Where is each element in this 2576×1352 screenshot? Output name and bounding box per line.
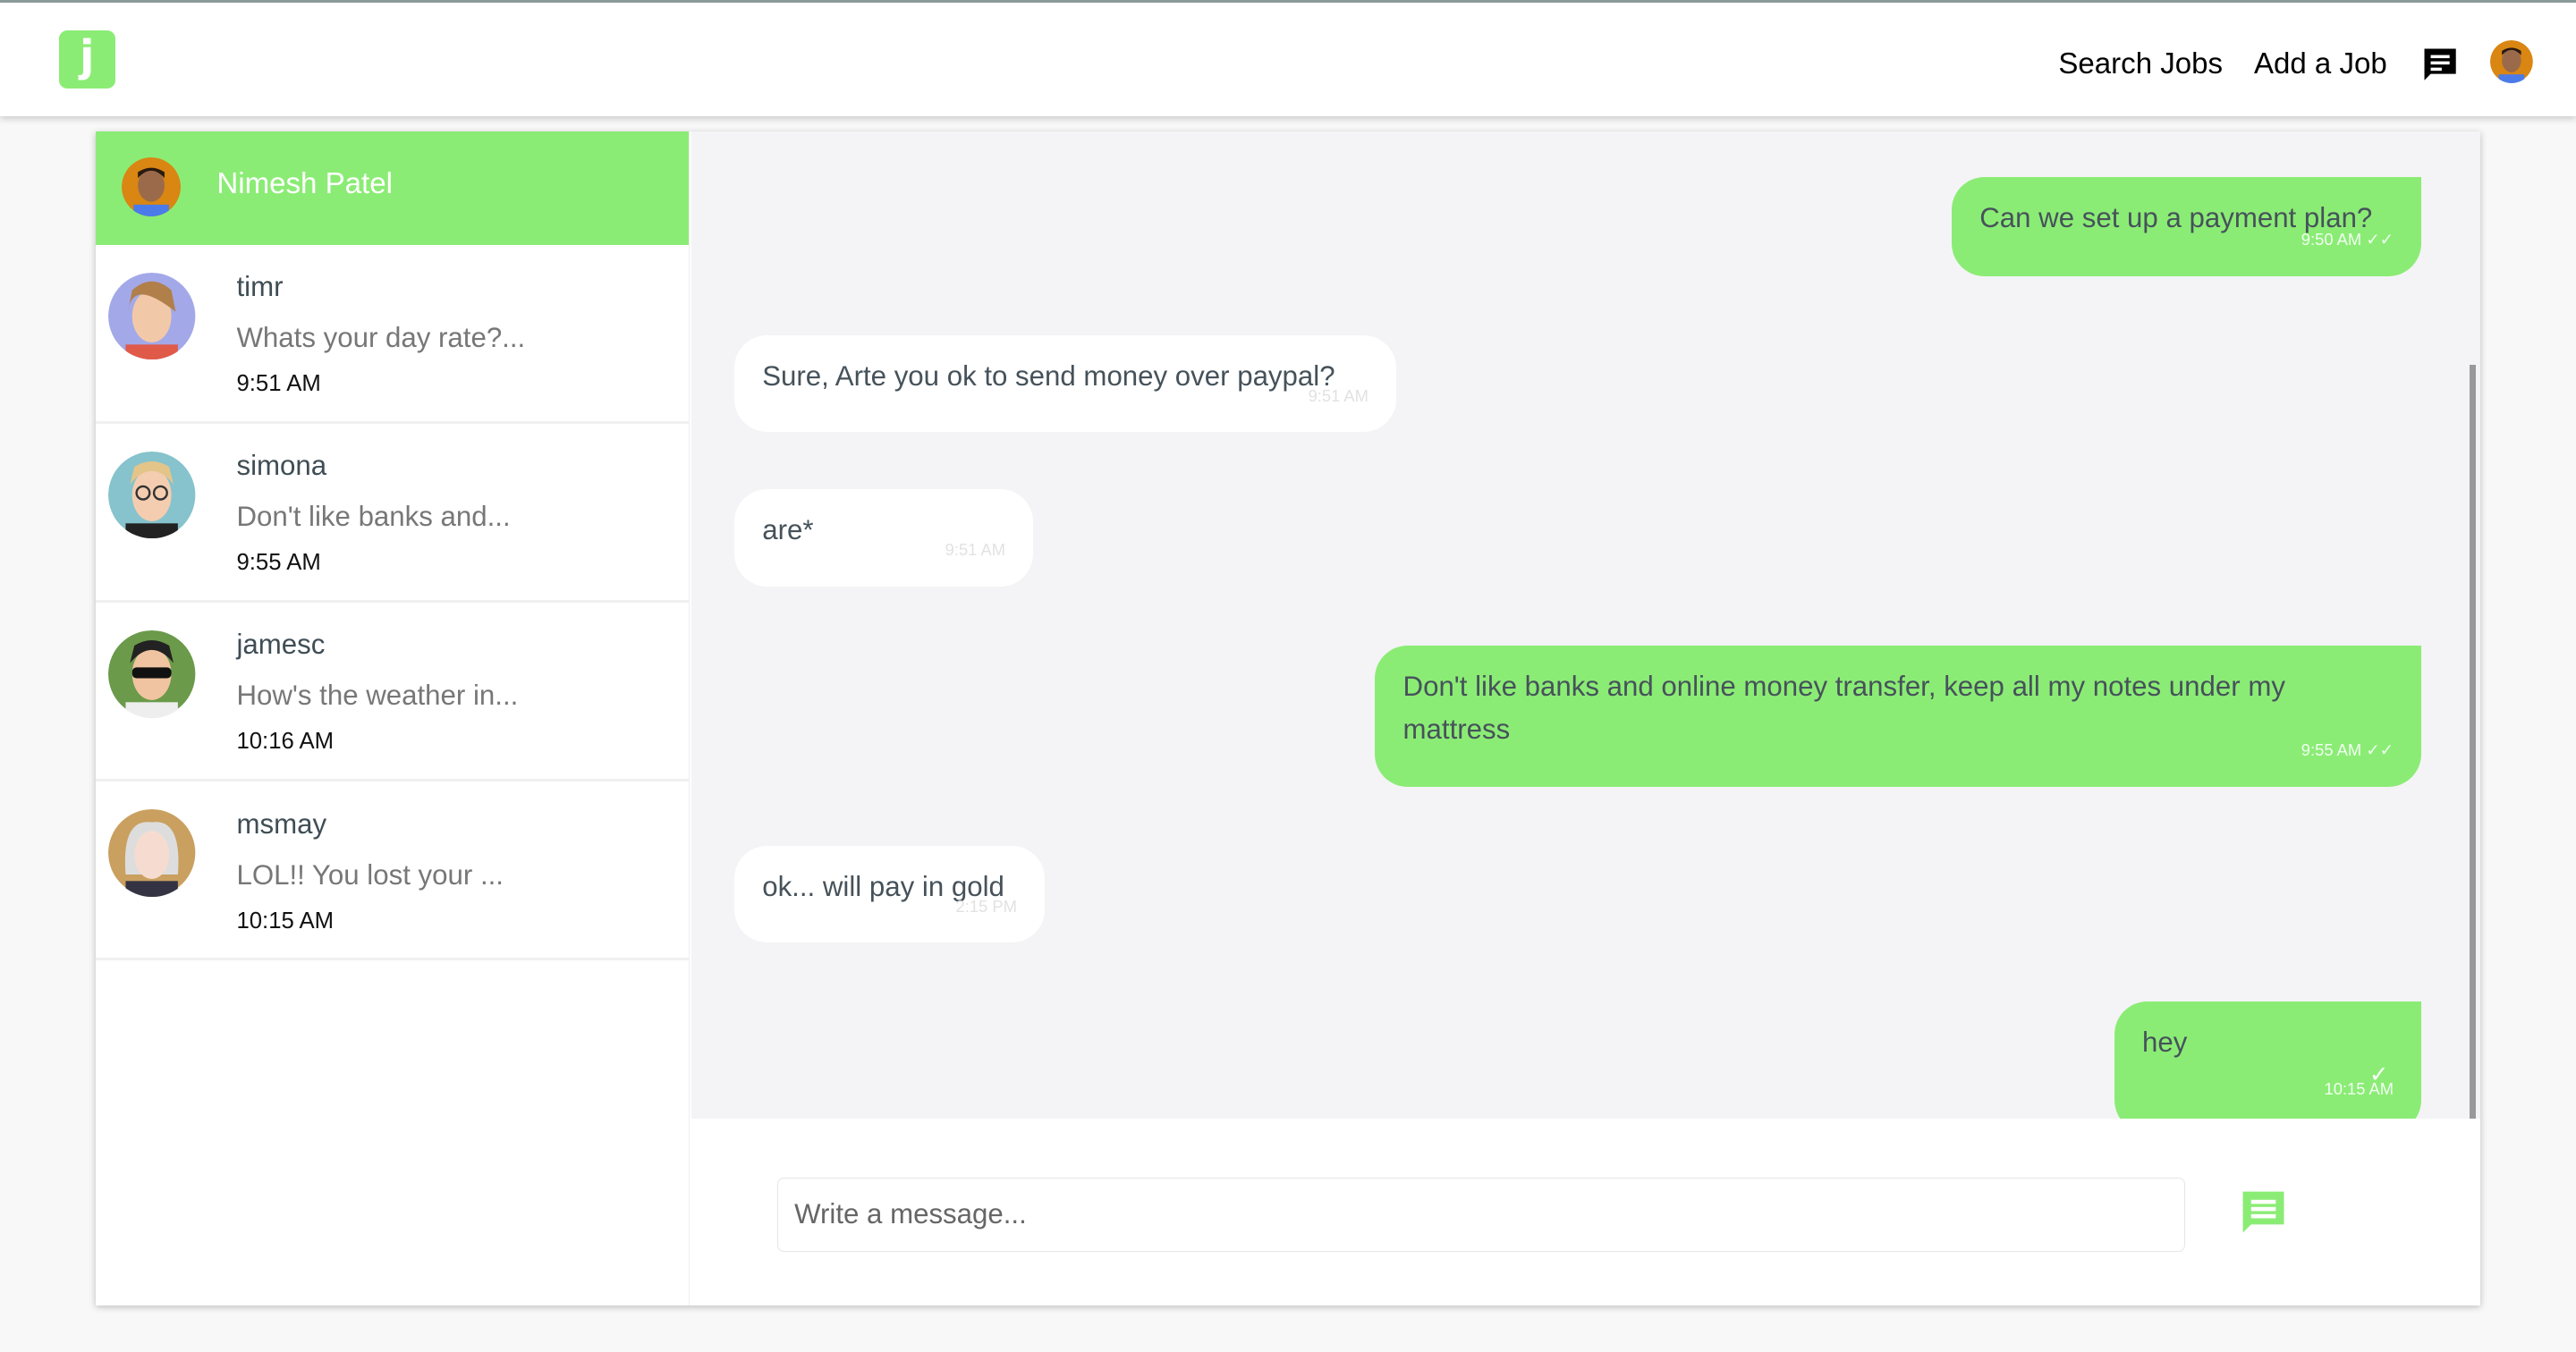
avatar [108,452,196,539]
conversation-preview: Whats your day rate?... [236,321,526,353]
message-thread[interactable]: Can we set up a payment plan? 9:50 AM ✓✓… [691,131,2481,1119]
message-time: 9:51 AM [1308,385,1368,405]
nav-add-job[interactable]: Add a Job [2254,47,2387,81]
conversation-preview: LOL!! You lost your ... [236,858,504,891]
logo[interactable]: j [59,30,115,89]
message-sent: hey ✓ 10:15 AM [2114,1001,2422,1119]
message-received: are* 9:51 AM [733,489,1034,587]
conversation-name: msmay [236,807,327,840]
chat-icon[interactable] [2421,46,2459,83]
message-text: Don't like banks and online money transf… [1402,670,2285,745]
conversation-time: 10:15 AM [236,908,335,934]
scrollbar[interactable] [2469,364,2476,1119]
conversation-item[interactable]: timr Whats your day rate?... 9:51 AM [95,245,690,424]
user-avatar[interactable] [2490,40,2534,83]
send-message-icon[interactable] [2239,1187,2288,1237]
message-time: 10:15 AM [2324,1078,2394,1098]
avatar [108,809,196,897]
conversation-item[interactable]: simona Don't like banks and... 9:55 AM [95,424,690,604]
message-time: 9:55 AM ✓✓ [2301,740,2394,760]
message-text: hey [2142,1027,2188,1059]
message-text: Sure, Arte you ok to send money over pay… [762,359,1335,392]
double-check-icon: ✓✓ [2366,740,2394,760]
message-received: ok... will pay in gold 2:15 PM [733,845,1046,943]
conversation-name: jamesc [236,629,326,661]
message-input[interactable] [776,1177,2185,1252]
conversation-item[interactable]: msmay LOL!! You lost your ... 10:15 AM [95,782,690,961]
conversation-item[interactable]: jamesc How's the weather in... 10:16 AM [95,603,690,782]
message-received: Sure, Arte you ok to send money over pay… [733,334,1397,433]
conversation-time: 9:55 AM [236,550,321,576]
message-time: 9:50 AM ✓✓ [2301,230,2394,249]
message-sent: Can we set up a payment plan? 9:50 AM ✓✓ [1952,177,2422,276]
conversation-sidebar: Nimesh Patel timr Whats your day rate?..… [95,131,691,1306]
conversation-preview: How's the weather in... [236,680,519,712]
top-nav: j Search Jobs Add a Job [0,0,2576,117]
conversation-time: 10:16 AM [236,729,335,755]
conversation-name: timr [236,271,284,303]
current-user-name: Nimesh Patel [216,167,393,201]
message-text: are* [762,514,814,546]
double-check-icon: ✓✓ [2366,230,2394,249]
avatar [108,272,196,360]
avatar [108,630,196,718]
conversation-name: simona [236,450,327,482]
current-user-avatar [121,157,181,217]
message-sent: Don't like banks and online money transf… [1375,645,2422,787]
message-time: 9:51 AM [945,540,1006,560]
conversation-time: 9:51 AM [236,371,321,397]
conversation-preview: Don't like banks and... [236,501,511,533]
composer [691,1118,2481,1306]
current-user-header: Nimesh Patel [95,131,690,245]
message-time: 2:15 PM [955,896,1017,916]
nav-search-jobs[interactable]: Search Jobs [2058,47,2223,81]
messenger-panel: Nimesh Patel timr Whats your day rate?..… [95,131,2481,1306]
